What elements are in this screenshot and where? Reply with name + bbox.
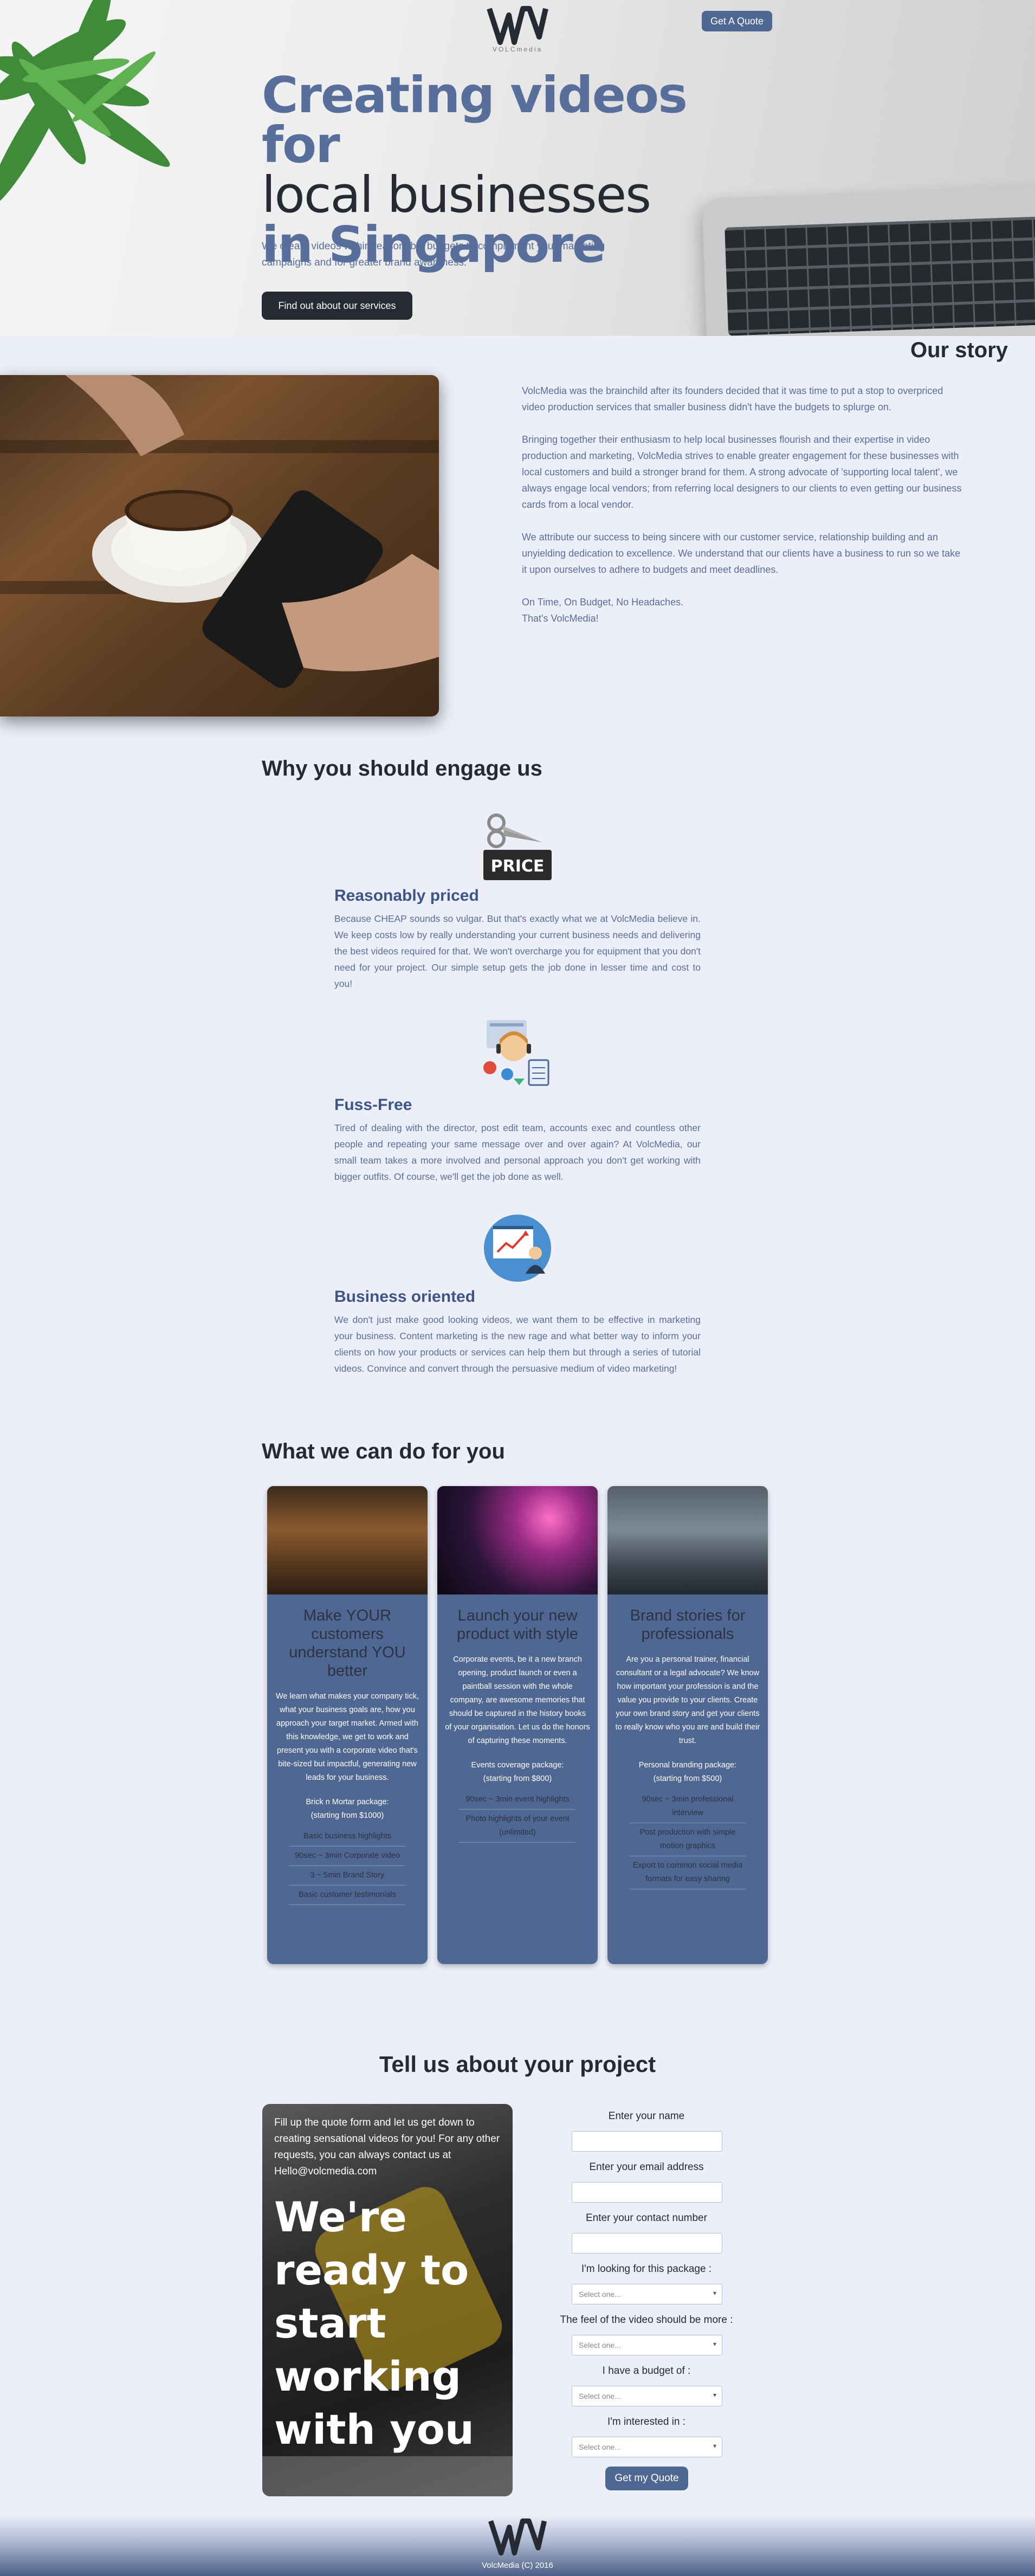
story-paragraph: Bringing together their enthusiasm to he… xyxy=(522,434,962,510)
package-items: 90sec ~ 3min professional interview Post… xyxy=(629,1790,746,1889)
business-chart-icon xyxy=(482,1213,553,1283)
story-text: VolcMedia was the brainchild after its f… xyxy=(522,383,967,627)
laptop-image xyxy=(702,186,1035,336)
market-stall-image xyxy=(267,1486,428,1594)
story-tagline: On Time, On Budget, No Headaches. xyxy=(522,597,684,608)
name-label: Enter your name xyxy=(608,2110,685,2122)
service-card: Brand stories for professionals Are you … xyxy=(607,1486,768,1964)
feel-label: The feel of the video should be more : xyxy=(560,2314,733,2326)
package-name: Events coverage package: xyxy=(471,1761,564,1770)
package-item: 90sec ~ 3min event highlights xyxy=(459,1790,576,1810)
hero-title-line2: local businesses xyxy=(262,166,651,224)
services-button[interactable]: Find out about our services xyxy=(262,292,412,320)
feel-select[interactable]: Select one... ▾ xyxy=(572,2335,722,2355)
feature-text: Because CHEAP sounds so vulgar. But that… xyxy=(334,913,701,989)
service-card-desc: We learn what makes your company tick, w… xyxy=(275,1692,419,1782)
service-card: Launch your new product with style Corpo… xyxy=(437,1486,598,1964)
package-items: 90sec ~ 3min event highlights Photo high… xyxy=(459,1790,576,1843)
story-paragraph: VolcMedia was the brainchild after its f… xyxy=(522,385,943,412)
package-item: 90sec ~ 3min professional interview xyxy=(629,1790,746,1823)
package-item: Basic business highlights xyxy=(289,1827,406,1847)
hero-section: VOLCmedia Get A Quote Creating videos fo… xyxy=(0,0,1035,336)
headline-line: ready to xyxy=(274,2246,469,2294)
package-name: Personal branding package: xyxy=(638,1761,737,1770)
footer-copyright: VolcMedia (C) 2016 xyxy=(482,2561,553,2570)
hero-title-line1: Creating videos for xyxy=(262,66,688,174)
price-scissors-icon: PRICE xyxy=(482,811,553,881)
feature-title: Fuss-Free xyxy=(334,1096,412,1114)
email-field[interactable] xyxy=(572,2182,722,2203)
select-placeholder: Select one... xyxy=(579,2341,621,2349)
contact-headline: We're ready to start working with you xyxy=(274,2191,502,2456)
package-name: Brick n Mortar package: xyxy=(306,1798,389,1806)
budget-label: I have a budget of : xyxy=(602,2365,691,2377)
headline-line: working xyxy=(274,2352,462,2400)
service-card-desc: Are you a personal trainer, financial co… xyxy=(615,1655,760,1745)
service-card-title: Make YOUR customers understand YOU bette… xyxy=(289,1607,406,1680)
package-item: Post production with simple motion graph… xyxy=(629,1823,746,1856)
phone-label: Enter your contact number xyxy=(586,2212,707,2224)
story-signoff: That's VolcMedia! xyxy=(522,613,599,624)
services-title: What we can do for you xyxy=(262,1439,505,1463)
name-field[interactable] xyxy=(572,2131,722,2152)
package-items: Basic business highlights 90sec ~ 3min C… xyxy=(289,1827,406,1905)
story-title: Our story xyxy=(910,338,1008,362)
service-card-title: Launch your new product with style xyxy=(456,1607,579,1643)
package-price: (starting from $800) xyxy=(483,1774,552,1783)
footer-logo[interactable] xyxy=(487,2517,548,2561)
interest-label: I'm interested in : xyxy=(607,2416,686,2427)
plant-image xyxy=(0,0,170,207)
contact-title: Tell us about your project xyxy=(379,2051,656,2077)
budget-select[interactable]: Select one... ▾ xyxy=(572,2386,722,2406)
logo[interactable]: VOLCmedia xyxy=(485,4,550,59)
hero-subtitle: We create videos within reasonable budge… xyxy=(262,241,605,268)
chevron-down-icon: ▾ xyxy=(713,2289,716,2297)
support-agent-icon xyxy=(482,1018,553,1088)
package-price: (starting from $500) xyxy=(653,1774,722,1783)
select-placeholder: Select one... xyxy=(579,2392,621,2400)
headline-line: with you xyxy=(274,2405,475,2454)
why-title: Why you should engage us xyxy=(262,757,542,780)
interest-select[interactable]: Select one... ▾ xyxy=(572,2437,722,2457)
package-item: Basic customer testimonials xyxy=(289,1886,406,1905)
chevron-down-icon: ▾ xyxy=(713,2391,716,2399)
price-badge-text: PRICE xyxy=(491,857,545,876)
headline-line: start xyxy=(274,2299,386,2347)
service-card: Make YOUR customers understand YOU bette… xyxy=(267,1486,428,1964)
package-price: (starting from $1000) xyxy=(310,1811,384,1820)
package-item: 90sec ~ 3min Corporate video xyxy=(289,1847,406,1866)
feature-text: Tired of dealing with the director, post… xyxy=(334,1122,701,1182)
contact-intro: Fill up the quote form and let us get do… xyxy=(274,2117,500,2177)
package-label: I'm looking for this package : xyxy=(581,2263,712,2275)
package-item: 3 ~ 5min Brand Story xyxy=(289,1866,406,1886)
select-placeholder: Select one... xyxy=(579,2290,621,2299)
photographer-image xyxy=(607,1486,768,1594)
headline-line: We're xyxy=(274,2193,407,2241)
select-placeholder: Select one... xyxy=(579,2443,621,2451)
feature-title: Business oriented xyxy=(334,1288,476,1306)
feature-title: Reasonably priced xyxy=(334,887,479,905)
service-card-desc: Corporate events, be it a new branch ope… xyxy=(445,1655,590,1745)
package-item: Export to common social media formats fo… xyxy=(629,1856,746,1889)
footer: VolcMedia (C) 2016 xyxy=(0,2515,1035,2576)
story-paragraph: We attribute our success to being sincer… xyxy=(522,532,961,575)
chevron-down-icon: ▾ xyxy=(713,2340,716,2348)
email-label: Enter your email address xyxy=(589,2161,704,2173)
get-a-quote-button[interactable]: Get A Quote xyxy=(702,11,772,31)
service-card-title: Brand stories for professionals xyxy=(630,1607,746,1643)
coffee-phone-image xyxy=(0,375,439,716)
chevron-down-icon: ▾ xyxy=(713,2442,716,2450)
concert-phone-image xyxy=(437,1486,598,1594)
get-my-quote-button[interactable]: Get my Quote xyxy=(605,2467,688,2490)
logo-text: VOLCmedia xyxy=(492,46,543,53)
contact-promo-card: Fill up the quote form and let us get do… xyxy=(262,2104,513,2496)
package-select[interactable]: Select one... ▾ xyxy=(572,2284,722,2304)
package-item: Photo highlights of your event (unlimite… xyxy=(459,1810,576,1843)
feature-text: We don't just make good looking videos, … xyxy=(334,1314,701,1374)
phone-field[interactable] xyxy=(572,2233,722,2254)
